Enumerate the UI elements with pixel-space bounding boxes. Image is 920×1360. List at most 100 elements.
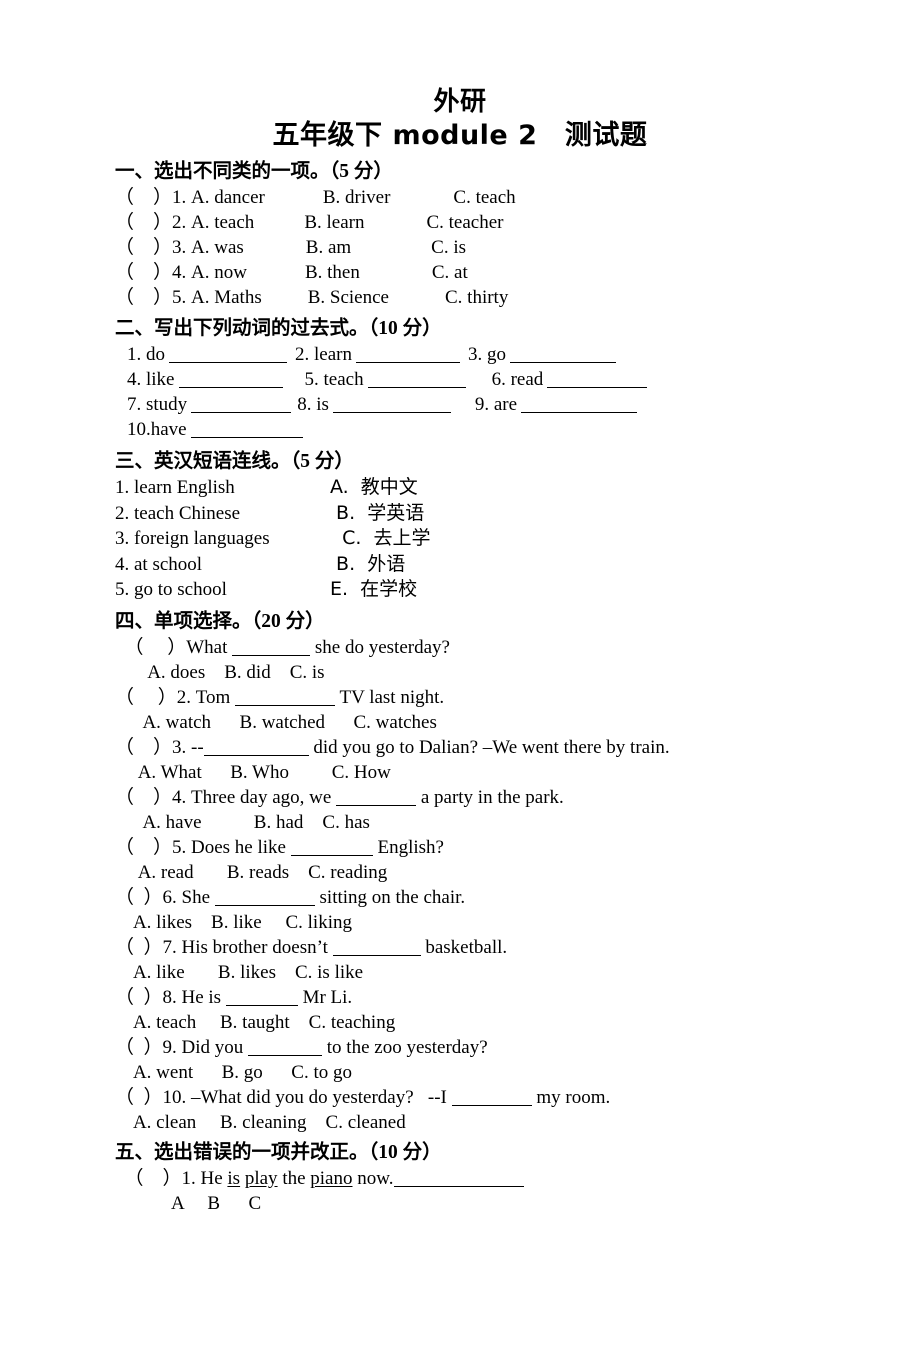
correction-labels-row: A B C: [115, 1192, 262, 1214]
mc-question-row: （ ）6. She sitting on the chair.: [115, 885, 900, 910]
mc1-blank[interactable]: [232, 640, 311, 656]
match-right-3[interactable]: C. 去上学: [330, 526, 430, 552]
q5-option-c: C. thirty: [445, 287, 509, 308]
section-heading-4: 四、单项选择。（20 分）: [115, 610, 325, 632]
mc-option-row[interactable]: A. read B. reads C. reading: [115, 860, 900, 885]
mc-option-row[interactable]: A. have B. had C. has: [115, 810, 900, 835]
mc8-blank[interactable]: [225, 990, 298, 1006]
mc-option-row[interactable]: A. likes B. like C. liking: [115, 910, 900, 935]
mc10-stem-post: my room.: [531, 1086, 611, 1108]
q2-option-c: C. teacher: [426, 212, 504, 233]
correction-word-b[interactable]: play: [245, 1168, 278, 1189]
verb-10-blank[interactable]: [190, 422, 303, 438]
section-heading-2: 二、写出下列动词的过去式。（10 分）: [115, 318, 442, 339]
q3-prefix: （ ）3. A. was: [115, 237, 244, 258]
q3-option-c: C. is: [431, 237, 467, 258]
match-right-1[interactable]: A. 教中文: [330, 475, 418, 501]
mc6-blank[interactable]: [214, 890, 315, 906]
mc7-blank[interactable]: [332, 940, 421, 956]
correction-word-a[interactable]: is: [227, 1168, 240, 1189]
section2-row: 7. study 8. is 9. are: [115, 392, 900, 417]
mc-option-row[interactable]: A. does B. did C. is: [115, 660, 900, 685]
mc5-blank[interactable]: [290, 840, 373, 856]
section1-question-row: （ ）5. A. Maths B. Science C. thirty: [115, 285, 900, 310]
mc-question-row: （ ）7. His brother doesn’t basketball.: [115, 935, 900, 960]
verb-10-label: 10.have: [127, 419, 187, 440]
mc10-blank[interactable]: [451, 1090, 532, 1106]
mc5-stem-post: English?: [372, 836, 444, 858]
mc2-blank[interactable]: [235, 690, 336, 706]
section2-row: 4. like 5. teach 6. read: [115, 367, 900, 392]
mc-question-row: （ ）What she do yesterday?: [115, 635, 900, 660]
verb-9-blank[interactable]: [521, 397, 638, 413]
correction-answer-blank[interactable]: [393, 1171, 524, 1187]
mc1-stem-post: she do yesterday?: [310, 636, 450, 658]
document-title: 外研 五年级下 module 2 测试题: [0, 86, 920, 154]
match-left-1[interactable]: 1. learn English: [115, 475, 330, 501]
correction-word-c[interactable]: piano: [310, 1168, 352, 1189]
section1-question-row: （ ）2. A. teach B. learn C. teacher: [115, 210, 900, 235]
verb-2-label: 2. learn: [295, 344, 352, 365]
verb-8-label: 8. is: [297, 394, 329, 415]
mc-option-row[interactable]: A. like B. likes C. is like: [115, 960, 900, 985]
q4-prefix: （ ）4. A. now: [115, 262, 247, 283]
section-heading-5: 五、选出错误的一项并改正。（10 分）: [115, 1141, 442, 1163]
verb-1-blank[interactable]: [169, 347, 287, 363]
verb-4-blank[interactable]: [178, 372, 283, 388]
mc-option-row[interactable]: A. teach B. taught C. teaching: [115, 1010, 900, 1035]
mc-question-row: （ ）2. Tom TV last night.: [115, 685, 900, 710]
q5-option-b: B. Science: [307, 287, 389, 308]
verb-2-blank[interactable]: [355, 347, 460, 363]
match-row: 2. teach Chinese B. 学英语: [115, 501, 900, 527]
section-heading-3: 三、英汉短语连线。（5 分）: [115, 451, 354, 472]
mc4-blank[interactable]: [336, 790, 417, 806]
verb-7-blank[interactable]: [191, 397, 292, 413]
match-right-4[interactable]: B. 外语: [330, 552, 405, 578]
section2-row: 10.have: [115, 417, 900, 442]
section2-row: 1. do 2. learn 3. go: [115, 342, 900, 367]
verb-8-blank[interactable]: [332, 397, 451, 413]
mc7-stem-pre: （ ）7. His brother doesn’t: [115, 936, 333, 958]
match-left-4[interactable]: 4. at school: [115, 552, 330, 578]
q3-option-b: B. am: [305, 237, 352, 258]
worksheet-body: 一、选出不同类的一项。（5 分） （ ）1. A. dancer B. drive…: [0, 158, 920, 1216]
verb-5-label: 5. teach: [304, 369, 364, 390]
correction-mid-2: the: [277, 1167, 311, 1189]
mc-question-row: （ ）10. –What did you do yesterday? --I m…: [115, 1085, 900, 1110]
mc4-stem-pre: （ ）4. Three day ago, we: [115, 786, 337, 808]
verb-6-label: 6. read: [491, 369, 544, 390]
mc3-blank[interactable]: [203, 740, 309, 756]
mc-option-row[interactable]: A. watch B. watched C. watches: [115, 710, 900, 735]
match-right-2[interactable]: B. 学英语: [330, 501, 424, 527]
mc-option-row[interactable]: A. went B. go C. to go: [115, 1060, 900, 1085]
match-row: 1. learn English A. 教中文: [115, 475, 900, 501]
title-line-1: 外研: [433, 87, 487, 117]
mc-option-row[interactable]: A. What B. Who C. How: [115, 760, 900, 785]
mc6-stem-pre: （ ）6. She: [115, 886, 215, 908]
verb-4-label: 4. like: [127, 369, 175, 390]
mc-option-row[interactable]: A. clean B. cleaning C. cleaned: [115, 1110, 900, 1135]
match-row: 5. go to school E. 在学校: [115, 577, 900, 603]
verb-9-label: 9. are: [474, 394, 518, 415]
match-left-2[interactable]: 2. teach Chinese: [115, 501, 330, 527]
match-right-5[interactable]: E. 在学校: [330, 577, 417, 603]
mc5-stem-pre: （ ）5. Does he like: [115, 836, 291, 858]
mc-question-row: （ ）3. -- did you go to Dalian? –We went …: [115, 735, 900, 760]
mc8-stem-pre: （ ）8. He is: [115, 986, 226, 1008]
q5-prefix: （ ）5. A. Maths: [115, 287, 262, 308]
mc9-stem-post: to the zoo yesterday?: [322, 1036, 488, 1058]
verb-3-label: 3. go: [467, 344, 506, 365]
verb-3-blank[interactable]: [509, 347, 616, 363]
mc9-blank[interactable]: [248, 1040, 323, 1056]
q2-prefix: （ ）2. A. teach: [115, 212, 255, 233]
verb-6-blank[interactable]: [547, 372, 648, 388]
mc8-stem-post: Mr Li.: [297, 986, 353, 1008]
mc3-stem-post: did you go to Dalian? –We went there by …: [308, 736, 670, 758]
correction-question-row: （ ）1. He is play the piano now.: [115, 1166, 900, 1191]
correction-post: now.: [352, 1167, 394, 1189]
match-row: 3. foreign languages C. 去上学: [115, 526, 900, 552]
worksheet-page: 外研 五年级下 module 2 测试题 一、选出不同类的一项。（5 分） （ …: [0, 86, 920, 1360]
verb-5-blank[interactable]: [367, 372, 466, 388]
match-left-3[interactable]: 3. foreign languages: [115, 526, 330, 552]
match-left-5[interactable]: 5. go to school: [115, 577, 330, 603]
